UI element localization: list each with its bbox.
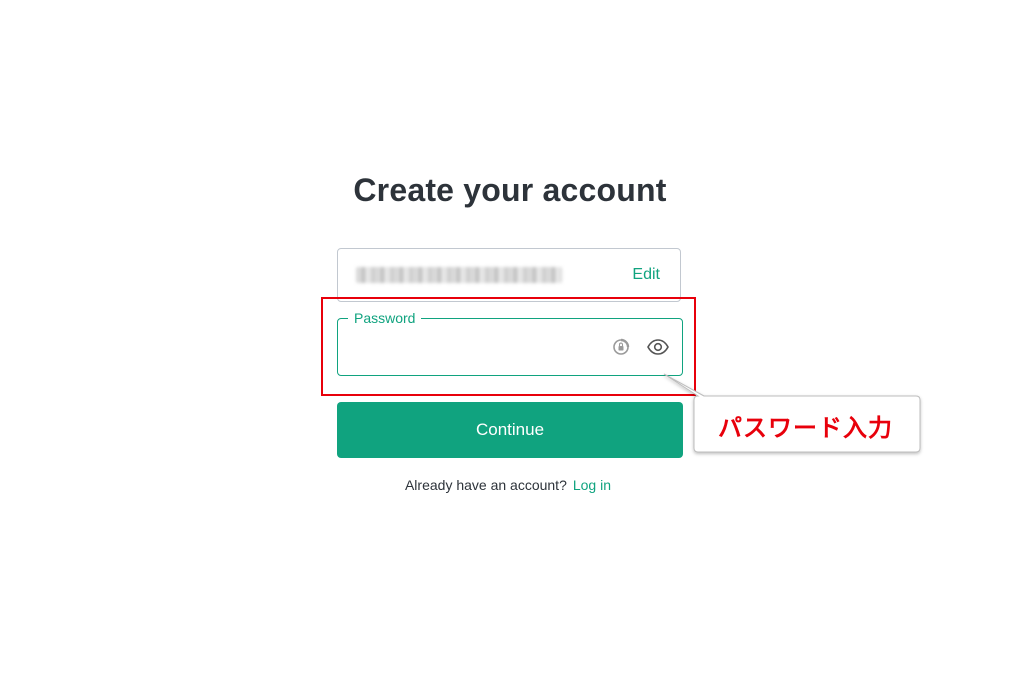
password-label: Password xyxy=(348,310,422,326)
email-value-blurred xyxy=(356,267,562,283)
login-link[interactable]: Log in xyxy=(573,477,611,493)
password-input[interactable] xyxy=(350,333,604,363)
annotation-text: パスワード入力 xyxy=(718,414,893,442)
password-field[interactable]: Password xyxy=(337,310,683,376)
edit-email-link[interactable]: Edit xyxy=(632,266,660,284)
signup-page: Create your account Edit Password Contin… xyxy=(0,0,1024,675)
login-prompt: Already have an account? Log in xyxy=(0,477,1016,493)
continue-button[interactable]: Continue xyxy=(337,402,683,458)
eye-icon[interactable] xyxy=(646,336,670,358)
password-manager-icon[interactable] xyxy=(610,336,632,358)
email-field: Edit xyxy=(337,248,681,302)
login-prompt-text: Already have an account? xyxy=(404,477,567,493)
page-title: Create your account xyxy=(353,172,667,208)
